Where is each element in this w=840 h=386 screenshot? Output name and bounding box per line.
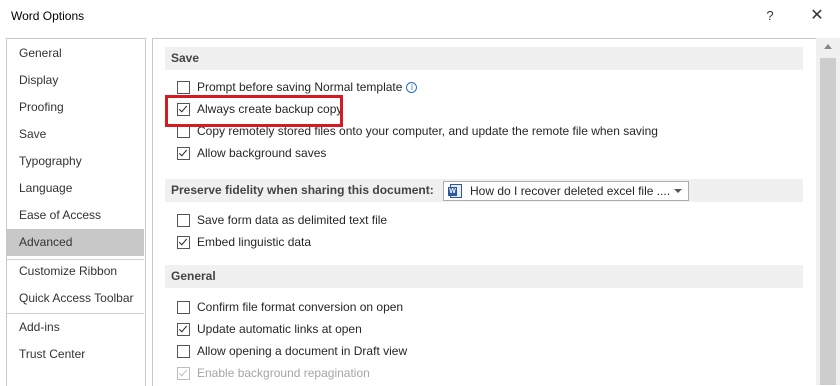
help-button[interactable]: ?	[760, 5, 780, 27]
sidebar-item-general[interactable]: General	[7, 40, 144, 67]
scroll-up-arrow-icon[interactable]	[824, 44, 832, 49]
window-title: Word Options	[11, 9, 85, 23]
sidebar-item-customize-ribbon[interactable]: Customize Ribbon	[7, 258, 144, 285]
highlight-box	[165, 95, 343, 127]
options-panel: Save Prompt before saving Normal templat…	[152, 38, 840, 386]
option-label: Save form data as delimited text file	[197, 213, 388, 227]
sidebar-item-proofing[interactable]: Proofing	[7, 94, 144, 121]
option-label: Embed linguistic data	[197, 235, 312, 249]
scrollbar[interactable]	[816, 38, 840, 385]
checkbox[interactable]	[177, 214, 190, 227]
option-label: Confirm file format conversion on open	[197, 300, 404, 314]
option-label: Prompt before saving Normal template	[197, 80, 403, 94]
sidebar-item-advanced[interactable]: Advanced	[7, 229, 144, 256]
section-header-general: General	[165, 265, 803, 288]
checkbox[interactable]	[177, 147, 190, 160]
document-select-value: How do I recover deleted excel file ....	[470, 184, 671, 198]
scroll-thumb[interactable]	[820, 58, 836, 385]
sidebar-item-display[interactable]: Display	[7, 67, 144, 94]
checkbox[interactable]	[177, 323, 190, 336]
checkbox[interactable]	[177, 81, 190, 94]
option-label: Update automatic links at open	[197, 322, 362, 336]
checkbox[interactable]	[177, 236, 190, 249]
document-select[interactable]: How do I recover deleted excel file ....	[443, 181, 689, 201]
sidebar-item-ease-of-access[interactable]: Ease of Access	[7, 202, 144, 229]
sidebar-item-add-ins[interactable]: Add-ins	[7, 314, 144, 341]
option-label: Enable background repagination	[197, 366, 370, 380]
sidebar-item-typography[interactable]: Typography	[7, 148, 144, 175]
option-label: Allow opening a document in Draft view	[197, 344, 408, 358]
section-header-save: Save	[165, 47, 803, 70]
sidebar-item-quick-access-toolbar[interactable]: Quick Access Toolbar	[7, 285, 144, 312]
sidebar-item-language[interactable]: Language	[7, 175, 144, 202]
chevron-down-icon	[674, 189, 682, 193]
sidebar-nav: General Display Proofing Save Typography…	[6, 38, 146, 386]
checkbox[interactable]	[177, 345, 190, 358]
option-label: Allow background saves	[197, 146, 327, 160]
title-bar: Word Options ? ✕	[0, 0, 840, 32]
word-document-icon	[448, 184, 462, 198]
sidebar-item-save[interactable]: Save	[7, 121, 144, 148]
checkbox	[177, 367, 190, 380]
close-button[interactable]: ✕	[800, 4, 834, 28]
info-icon: i	[406, 82, 418, 93]
sidebar-item-trust-center[interactable]: Trust Center	[7, 341, 144, 368]
checkbox[interactable]	[177, 301, 190, 314]
